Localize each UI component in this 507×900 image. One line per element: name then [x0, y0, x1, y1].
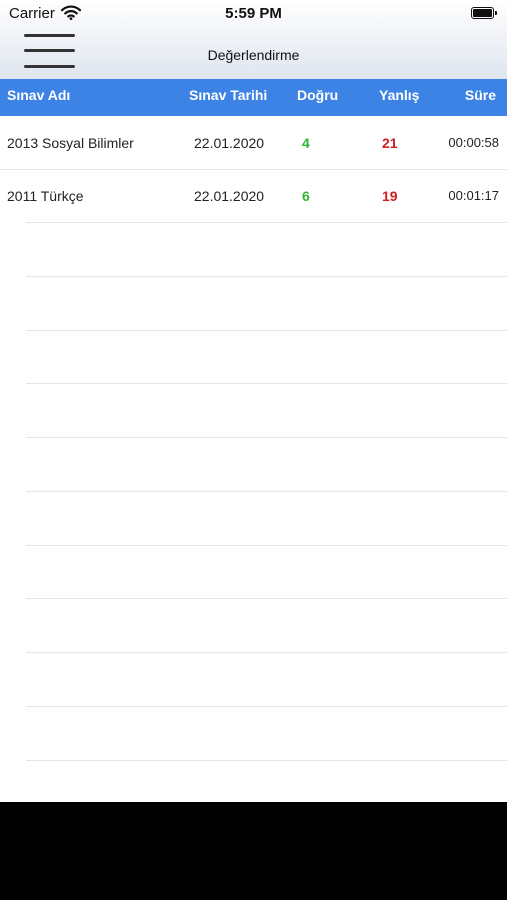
- wrong-count: 19: [382, 188, 398, 204]
- column-header-correct: Doğru: [297, 87, 339, 103]
- table-row[interactable]: 2013 Sosyal Bilimler 22.01.2020 4 21 00:…: [0, 116, 507, 169]
- row-divider: [0, 169, 507, 170]
- exam-duration: 00:01:17: [448, 188, 499, 203]
- status-bar: Carrier 5:59 PM: [0, 0, 507, 28]
- top-bar: Carrier 5:59 PM Değerlendirme: [0, 0, 507, 79]
- exam-name: 2013 Sosyal Bilimler: [7, 135, 134, 151]
- row-divider: [26, 545, 507, 546]
- row-divider: [26, 222, 507, 223]
- correct-count: 6: [302, 188, 310, 204]
- results-table: 2013 Sosyal Bilimler 22.01.2020 4 21 00:…: [0, 116, 507, 802]
- column-header-exam-date: Sınav Tarihi: [189, 87, 268, 103]
- row-divider: [26, 491, 507, 492]
- column-header-wrong: Yanlış: [379, 87, 420, 103]
- wrong-count: 21: [382, 135, 398, 151]
- row-divider: [26, 652, 507, 653]
- table-row[interactable]: 2011 Türkçe 22.01.2020 6 19 00:01:17: [0, 169, 507, 222]
- bottom-black-area: [0, 802, 507, 900]
- exam-date: 22.01.2020: [194, 188, 265, 204]
- row-divider: [26, 437, 507, 438]
- exam-name: 2011 Türkçe: [7, 188, 84, 204]
- column-header-duration: Süre: [464, 87, 496, 103]
- column-header-exam-name: Sınav Adı: [7, 87, 71, 103]
- page-title: Değerlendirme: [207, 47, 300, 63]
- status-time: 5:59 PM: [225, 5, 282, 22]
- battery-icon: [471, 7, 497, 19]
- row-divider: [26, 598, 507, 599]
- row-divider: [26, 760, 507, 761]
- row-divider: [26, 330, 507, 331]
- exam-duration: 00:00:58: [448, 135, 499, 150]
- row-divider: [26, 383, 507, 384]
- row-divider: [26, 276, 507, 277]
- correct-count: 4: [302, 135, 310, 151]
- table-header: Sınav Adı Sınav Tarihi Doğru Yanlış Süre: [0, 79, 507, 116]
- exam-date: 22.01.2020: [194, 135, 265, 151]
- row-divider: [26, 706, 507, 707]
